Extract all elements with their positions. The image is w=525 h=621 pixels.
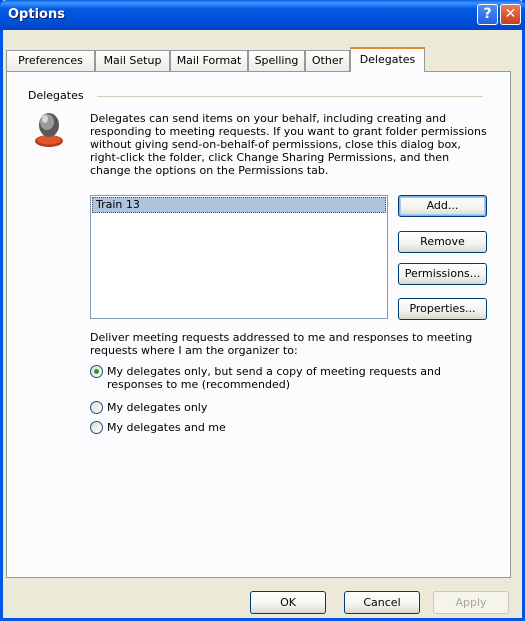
radio-button[interactable] (90, 365, 103, 378)
dialog-title: Options (8, 7, 65, 22)
delegates-description: Delegates can send items on your behalf,… (90, 112, 487, 177)
tab-strip: Preferences Mail Setup Mail Format Spell… (6, 47, 511, 72)
tab-spelling[interactable]: Spelling (248, 50, 305, 71)
tab-mail-setup[interactable]: Mail Setup (95, 50, 170, 71)
title-bar[interactable]: Options ? ✕ (0, 0, 525, 30)
help-icon: ? (483, 6, 492, 22)
radio-label: My delegates only, but send a copy of me… (107, 365, 441, 391)
delegate-person-icon (35, 113, 63, 147)
tab-mail-format[interactable]: Mail Format (170, 50, 248, 71)
add-button[interactable]: Add... (398, 195, 487, 217)
radio-selected-dot (94, 369, 99, 374)
delegates-group-label: Delegates (28, 89, 84, 102)
radio-label: My delegates only (107, 401, 208, 414)
list-item[interactable]: Train 13 (92, 197, 386, 213)
help-button[interactable]: ? (477, 4, 498, 25)
close-button[interactable]: ✕ (500, 4, 521, 25)
ok-button[interactable]: OK (250, 591, 326, 614)
cancel-button[interactable]: Cancel (344, 591, 420, 614)
group-divider (97, 96, 483, 97)
properties-button[interactable]: Properties... (398, 298, 487, 320)
tab-delegates[interactable]: Delegates (350, 47, 425, 72)
tab-preferences[interactable]: Preferences (6, 50, 95, 71)
close-icon: ✕ (504, 6, 517, 22)
radio-button[interactable] (90, 401, 103, 414)
apply-button[interactable]: Apply (433, 591, 509, 614)
radio-label: My delegates and me (107, 421, 226, 434)
permissions-button[interactable]: Permissions... (398, 263, 487, 285)
remove-button[interactable]: Remove (398, 231, 487, 253)
delegates-list[interactable]: Train 13 (90, 195, 388, 319)
tab-other[interactable]: Other (305, 50, 350, 71)
radio-button[interactable] (90, 421, 103, 434)
deliver-label: Deliver meeting requests addressed to me… (90, 331, 473, 357)
